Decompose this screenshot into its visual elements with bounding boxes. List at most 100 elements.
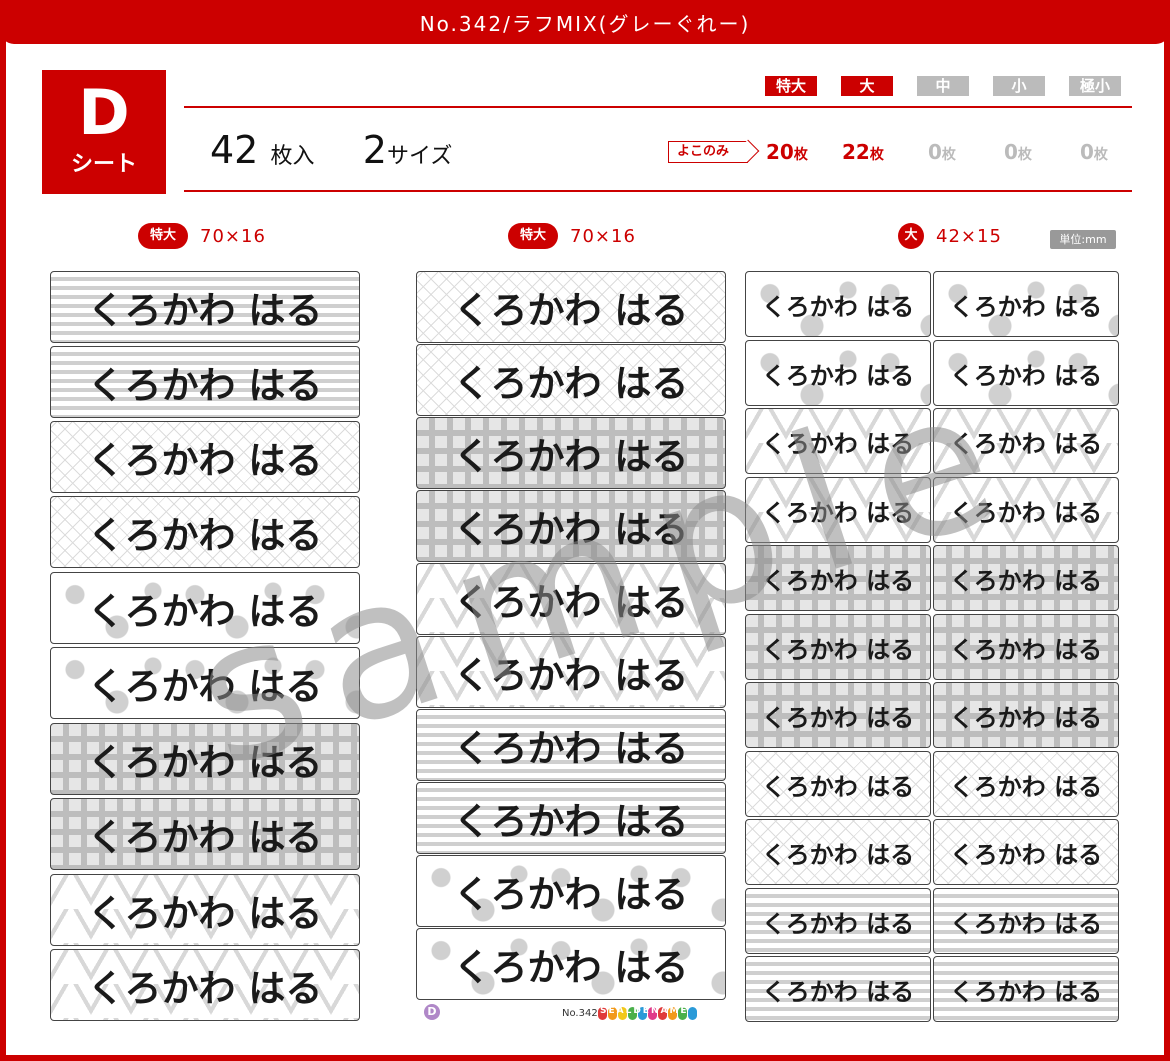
unit-badge: 単位:mm [1050, 230, 1116, 249]
qty-value: 20 [766, 140, 794, 164]
qty-value: 0 [928, 140, 942, 164]
name-label[interactable]: くろかわ はる [50, 271, 360, 343]
name-label[interactable]: くろかわ はる [933, 408, 1119, 474]
name-label[interactable]: くろかわ はる [745, 956, 931, 1022]
name-text: くろかわ はる [87, 514, 323, 557]
name-text: くろかわ はる [761, 361, 915, 390]
sheet-letter: D [78, 76, 130, 149]
column-header-2: 特大 70×16 [508, 222, 636, 250]
name-text: くろかわ はる [761, 635, 915, 664]
sheet-word: シート [70, 152, 137, 177]
name-label[interactable]: くろかわ はる [745, 751, 931, 817]
name-text: くろかわ はる [453, 727, 689, 770]
name-text: くろかわ はる [87, 967, 323, 1010]
name-text: くろかわ はる [87, 741, 323, 784]
name-label[interactable]: くろかわ はる [50, 949, 360, 1021]
qty-unit: 枚 [869, 147, 884, 163]
name-text: くろかわ はる [761, 292, 915, 321]
name-text: くろかわ はる [761, 703, 915, 732]
name-label[interactable]: くろかわ はる [745, 271, 931, 337]
size-pill: 特大 [508, 223, 558, 249]
qty-value: 0 [1080, 140, 1094, 164]
name-label[interactable]: くろかわ はる [50, 572, 360, 644]
divider-bottom [184, 190, 1132, 192]
name-label[interactable]: くろかわ はる [745, 408, 931, 474]
size-tab-extra-large[interactable]: 特大 [765, 76, 817, 96]
name-label[interactable]: くろかわ はる [416, 271, 726, 343]
name-text: くろかわ はる [761, 498, 915, 527]
name-label[interactable]: くろかわ はる [745, 340, 931, 406]
name-label[interactable]: くろかわ はる [416, 782, 726, 854]
name-label[interactable]: くろかわ はる [933, 888, 1119, 954]
qty-unit: 枚 [793, 147, 808, 163]
qty-extra-small: 0枚 [1080, 140, 1108, 164]
name-label[interactable]: くろかわ はる [416, 490, 726, 562]
name-text: くろかわ はる [87, 590, 323, 633]
qty-medium: 0枚 [928, 140, 956, 164]
qty-value: 22 [842, 140, 870, 164]
name-label[interactable]: くろかわ はる [416, 928, 726, 1000]
name-text: くろかわ はる [87, 439, 323, 482]
size-tab-extra-small[interactable]: 極小 [1069, 76, 1121, 96]
name-label[interactable]: くろかわ はる [933, 956, 1119, 1022]
name-label[interactable]: くろかわ はる [933, 477, 1119, 543]
name-text: くろかわ はる [87, 289, 323, 332]
name-text: くろかわ はる [453, 362, 689, 405]
name-label[interactable]: くろかわ はる [416, 636, 726, 708]
qty-value: 0 [1004, 140, 1018, 164]
name-label[interactable]: くろかわ はる [933, 819, 1119, 885]
name-label[interactable]: くろかわ はる [933, 340, 1119, 406]
name-text: くろかわ はる [949, 703, 1103, 732]
name-label[interactable]: くろかわ はる [50, 346, 360, 418]
name-text: くろかわ はる [761, 909, 915, 938]
name-label[interactable]: くろかわ はる [50, 647, 360, 719]
qty-extra-large: 20枚 [766, 140, 808, 164]
name-label[interactable]: くろかわ はる [745, 888, 931, 954]
size-tab-large[interactable]: 大 [841, 76, 893, 96]
name-label[interactable]: くろかわ はる [416, 709, 726, 781]
name-text: くろかわ はる [87, 892, 323, 935]
name-text: くろかわ はる [949, 361, 1103, 390]
name-text: くろかわ はる [453, 873, 689, 916]
name-label[interactable]: くろかわ はる [933, 271, 1119, 337]
sheet-badge: D シート [42, 70, 166, 194]
column-header-1: 特大 70×16 [138, 222, 266, 250]
name-label[interactable]: くろかわ はる [50, 874, 360, 946]
name-text: くろかわ はる [949, 429, 1103, 458]
footer-number: No.342 [562, 1008, 598, 1019]
name-text: くろかわ はる [761, 566, 915, 595]
name-label[interactable]: くろかわ はる [50, 798, 360, 870]
size-tab-small[interactable]: 小 [993, 76, 1045, 96]
name-text: くろかわ はる [453, 435, 689, 478]
name-text: くろかわ はる [87, 665, 323, 708]
name-label[interactable]: くろかわ はる [933, 614, 1119, 680]
name-text: くろかわ はる [949, 566, 1103, 595]
name-text: くろかわ はる [761, 429, 915, 458]
name-text: くろかわ はる [949, 498, 1103, 527]
size-tab-medium[interactable]: 中 [917, 76, 969, 96]
size-pill: 特大 [138, 223, 188, 249]
name-text: くろかわ はる [761, 840, 915, 869]
name-label[interactable]: くろかわ はる [745, 682, 931, 748]
name-text: くろかわ はる [949, 909, 1103, 938]
name-label[interactable]: くろかわ はる [933, 545, 1119, 611]
name-label[interactable]: くろかわ はる [933, 751, 1119, 817]
name-label[interactable]: くろかわ はる [745, 819, 931, 885]
name-label[interactable]: くろかわ はる [416, 563, 726, 635]
orientation-label: よこのみ [677, 144, 730, 159]
name-label[interactable]: くろかわ はる [745, 477, 931, 543]
name-label[interactable]: くろかわ はる [933, 682, 1119, 748]
name-text: くろかわ はる [761, 977, 915, 1006]
name-label[interactable]: くろかわ はる [416, 344, 726, 416]
brand-name: SEALDENAME [600, 1006, 689, 1016]
name-label[interactable]: くろかわ はる [745, 545, 931, 611]
name-label[interactable]: くろかわ はる [416, 855, 726, 927]
name-label[interactable]: くろかわ はる [50, 723, 360, 795]
page-title: No.342/ラフMIX(グレーぐれー) [419, 12, 751, 36]
name-label[interactable]: くろかわ はる [50, 496, 360, 568]
name-label[interactable]: くろかわ はる [416, 417, 726, 489]
name-label[interactable]: くろかわ はる [50, 421, 360, 493]
name-text: くろかわ はる [453, 946, 689, 989]
name-label[interactable]: くろかわ はる [745, 614, 931, 680]
qty-unit: 枚 [1093, 147, 1108, 163]
